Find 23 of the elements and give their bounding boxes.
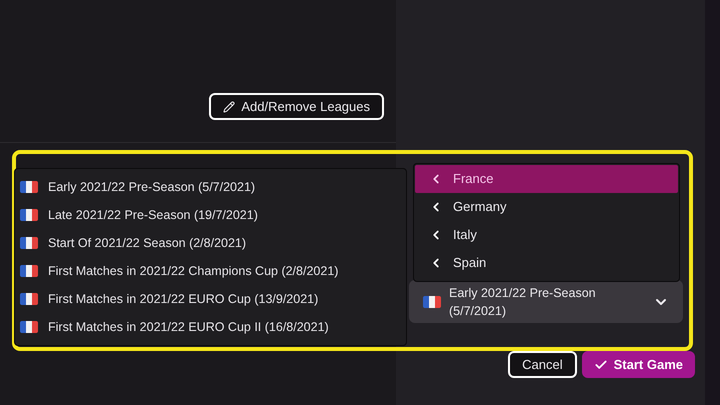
add-remove-leagues-button[interactable]: Add/Remove Leagues [209, 93, 384, 120]
start-date-option[interactable]: Late 2021/22 Pre-Season (19/7/2021) [48, 206, 258, 224]
flag-icon [20, 321, 38, 333]
country-item[interactable]: Italy [415, 221, 678, 249]
flag-icon [423, 296, 441, 308]
flag-icon [20, 237, 38, 249]
flag-icon [20, 209, 38, 221]
start-date-select[interactable]: Early 2021/22 Pre-Season (5/7/2021) [409, 280, 683, 323]
start-date-option[interactable]: First Matches in 2021/22 EURO Cup (13/9/2021) [48, 290, 318, 308]
flag-icon [20, 293, 38, 305]
country-item[interactable]: France [415, 165, 678, 193]
flag-icon [20, 181, 38, 193]
country-item[interactable]: Spain [415, 249, 678, 277]
flag-icon [20, 265, 38, 277]
start-date-option[interactable]: First Matches in 2021/22 Champions Cup (2/8/2021) [48, 262, 338, 280]
check-icon [594, 358, 608, 372]
start-date-option[interactable]: Start Of 2021/22 Season (2/8/2021) [48, 234, 246, 252]
country-item[interactable]: Germany [415, 193, 678, 221]
pencil-icon [223, 100, 236, 112]
start-game-button[interactable]: Start Game [582, 351, 695, 378]
start-date-option[interactable]: First Matches in 2021/22 EURO Cup II (16/8/2021) [48, 318, 329, 336]
start-date-option[interactable]: Early 2021/22 Pre-Season (5/7/2021) [48, 178, 256, 196]
cancel-button[interactable]: Cancel [508, 351, 577, 378]
